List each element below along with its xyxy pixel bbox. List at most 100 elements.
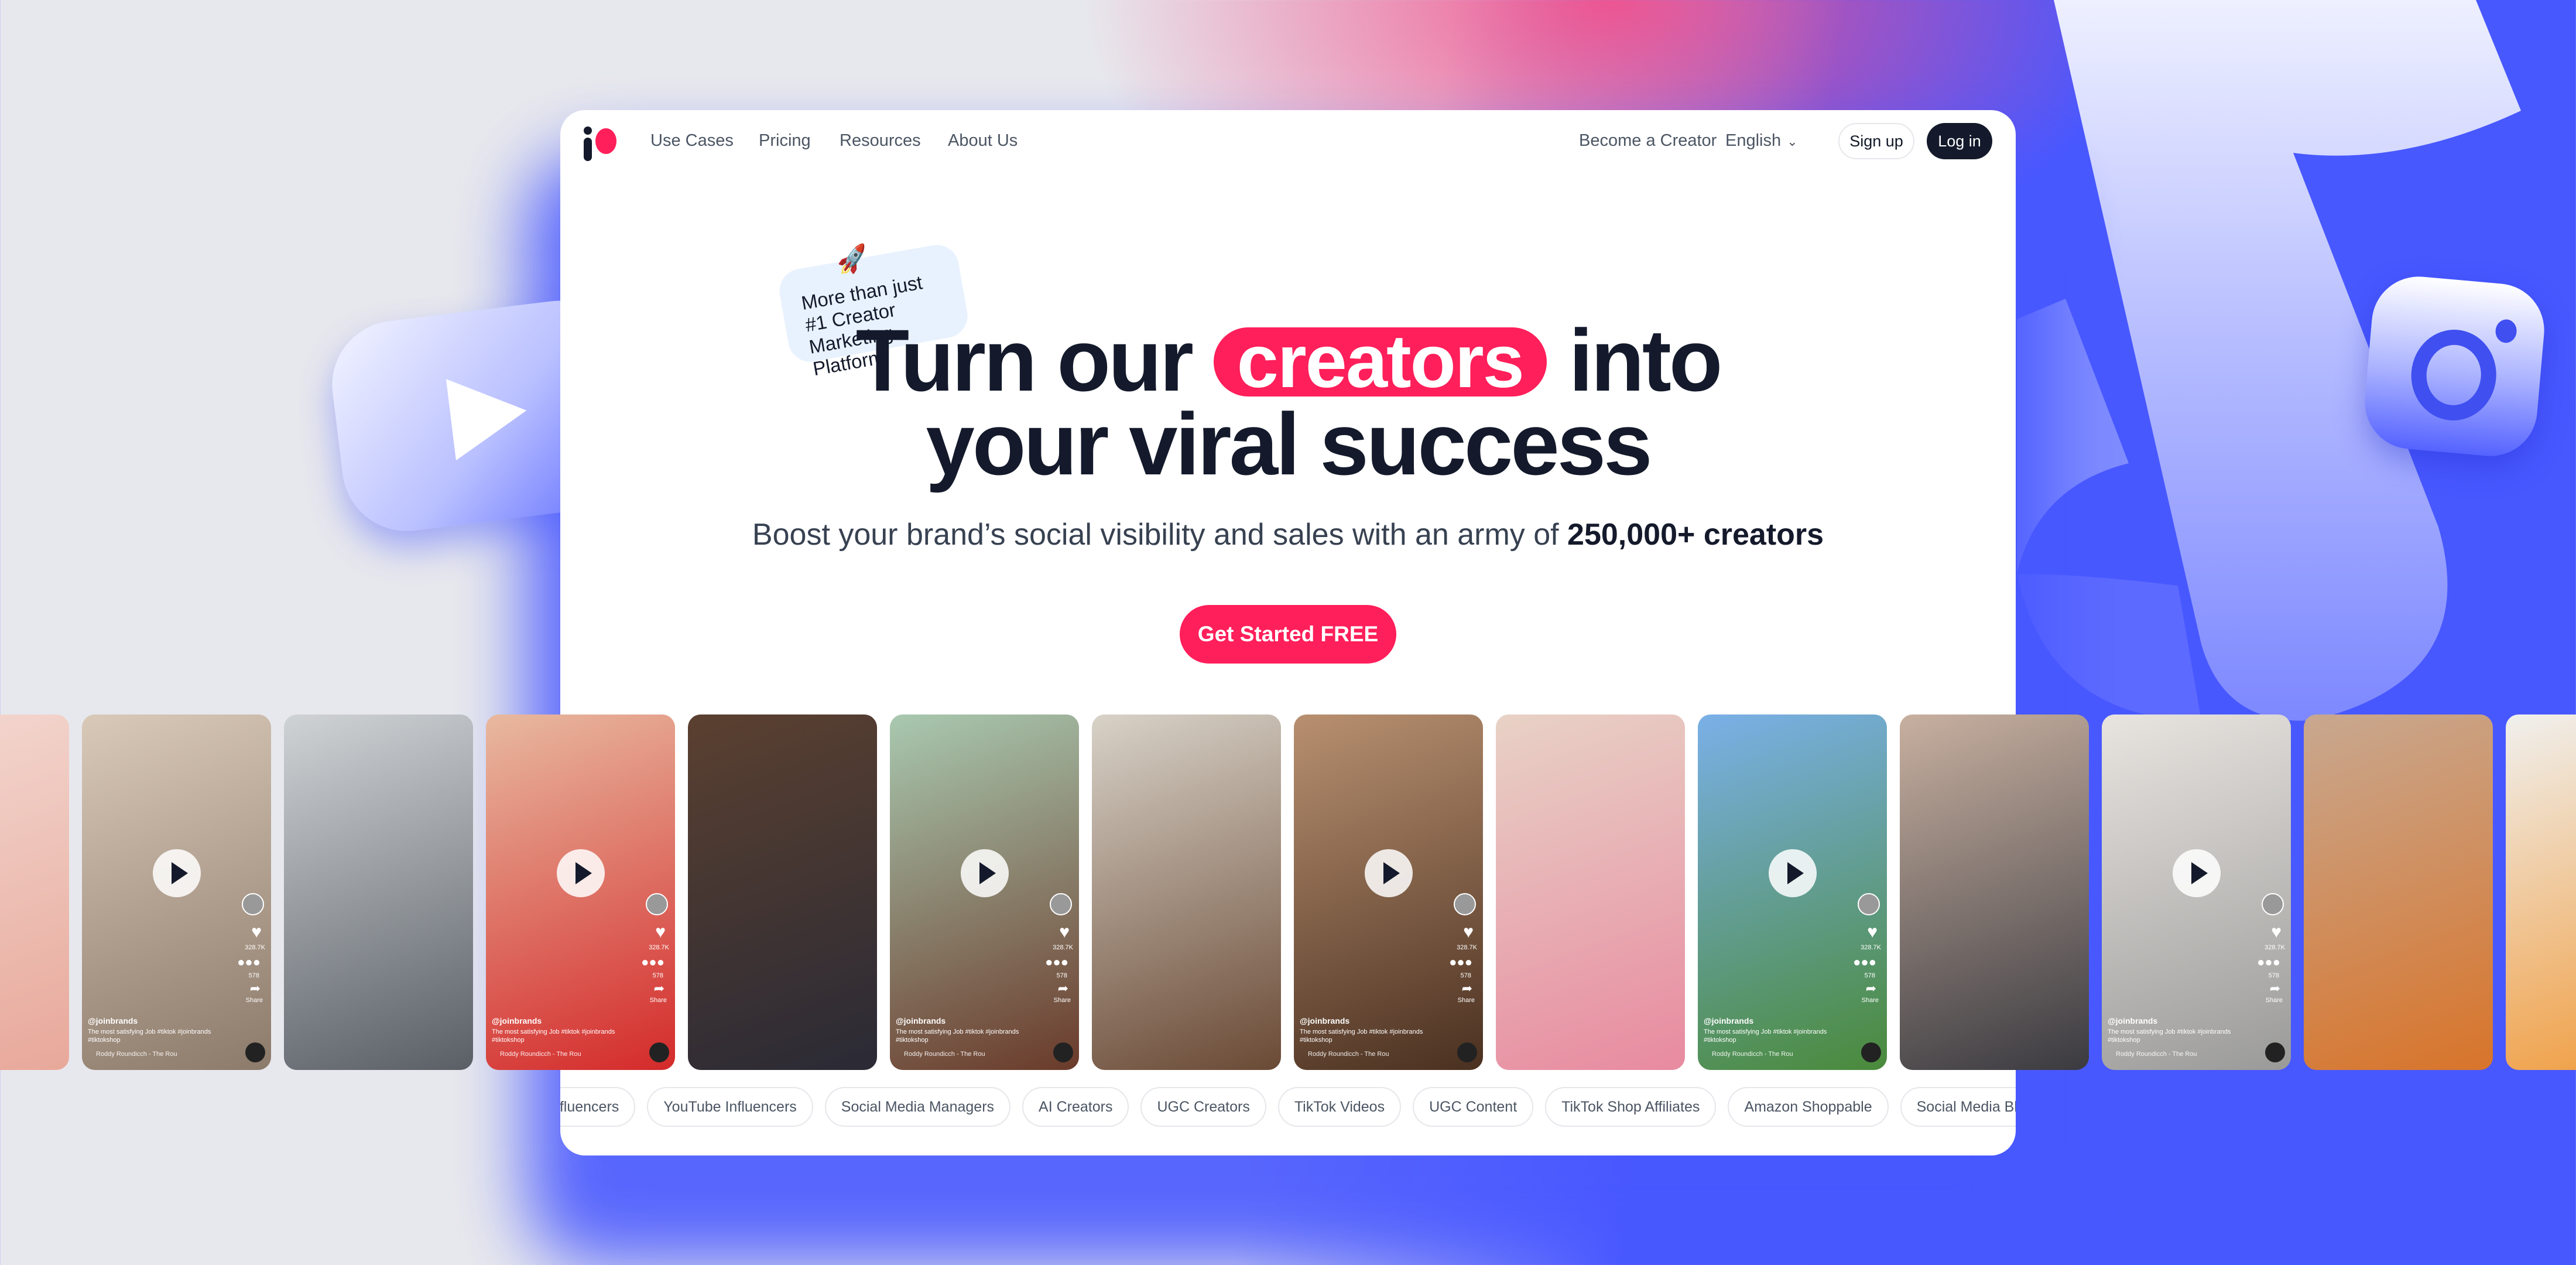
play-button-icon[interactable]: [961, 849, 1009, 897]
share-label: Share: [1457, 997, 1475, 1004]
creator-video-card[interactable]: [1092, 714, 1281, 1070]
creator-avatar[interactable]: [1050, 893, 1072, 915]
play-button-icon[interactable]: [153, 849, 201, 897]
creator-avatar[interactable]: [242, 893, 264, 915]
creator-avatar[interactable]: [646, 893, 668, 915]
hero-subtitle: Boost your brand’s social visibility and…: [560, 517, 2016, 552]
creator-video-card[interactable]: [2304, 714, 2493, 1070]
creator-video-card[interactable]: [1496, 714, 1685, 1070]
creator-video-card[interactable]: ♥ 328.7K ●●● 578 ➦ Share @joinbrands The…: [1294, 714, 1483, 1070]
video-music: Roddy Roundicch - The Rou: [96, 1051, 177, 1058]
language-select[interactable]: English ⌄: [1725, 131, 1798, 151]
share-icon[interactable]: ➦: [2270, 981, 2280, 996]
comment-count: 578: [248, 972, 259, 979]
share-icon[interactable]: ➦: [1462, 981, 1472, 996]
creator-avatar[interactable]: [1858, 893, 1880, 915]
music-disc-icon: [2265, 1042, 2285, 1062]
nav-use-cases[interactable]: Use Cases: [650, 131, 734, 151]
nav-become-creator[interactable]: Become a Creator: [1579, 131, 1717, 151]
share-icon[interactable]: ➦: [1866, 981, 1876, 996]
creator-video-card[interactable]: [1900, 714, 2089, 1070]
login-button[interactable]: Log in: [1927, 123, 1992, 159]
creator-video-card[interactable]: ♥ 328.7K ●●● 578 ➦ Share @joinbrands The…: [2102, 714, 2291, 1070]
video-caption: The most satisfying Job #tiktok #joinbra…: [1300, 1028, 1423, 1044]
category-tag[interactable]: UGC Content: [1413, 1087, 1534, 1127]
subtitle-bold: 250,000+ creators: [1567, 518, 1824, 552]
creator-video-card[interactable]: [284, 714, 473, 1070]
music-disc-icon: [1861, 1042, 1881, 1062]
share-label: Share: [2265, 997, 2283, 1004]
comment-icon[interactable]: ●●●: [1449, 955, 1472, 970]
comment-count: 578: [2268, 972, 2279, 979]
video-caption: The most satisfying Job #tiktok #joinbra…: [896, 1028, 1019, 1044]
video-music: Roddy Roundicch - The Rou: [2116, 1051, 2197, 1058]
heart-icon[interactable]: ♥: [1059, 922, 1070, 942]
nav-pricing[interactable]: Pricing: [759, 131, 811, 151]
play-button-icon[interactable]: [1769, 849, 1817, 897]
video-username: @joinbrands: [1704, 1016, 1754, 1025]
share-icon[interactable]: ➦: [250, 981, 261, 996]
video-username: @joinbrands: [1300, 1016, 1350, 1025]
language-label: English: [1725, 131, 1782, 150]
video-caption: The most satisfying Job #tiktok #joinbra…: [1704, 1028, 1827, 1044]
creator-avatar[interactable]: [2262, 893, 2284, 915]
share-icon[interactable]: ➦: [1058, 981, 1068, 996]
video-username: @joinbrands: [896, 1016, 946, 1025]
category-tag[interactable]: Influencers: [560, 1087, 636, 1127]
category-tag[interactable]: TikTok Shop Affiliates: [1545, 1087, 1717, 1127]
creator-video-card[interactable]: ♥ 328.7K ●●● 578 ➦ Share @joinbrands The…: [890, 714, 1079, 1070]
heart-icon[interactable]: ♥: [1867, 922, 1878, 942]
heart-icon[interactable]: ♥: [2271, 922, 2282, 942]
nav-about-us[interactable]: About Us: [948, 131, 1018, 151]
share-icon[interactable]: ➦: [654, 981, 664, 996]
play-button-icon[interactable]: [557, 849, 605, 897]
share-label: Share: [1053, 997, 1071, 1004]
creator-video-card[interactable]: ♥ 328.7K ●●● 578 ➦ Share @joinbrands The…: [1698, 714, 1887, 1070]
category-tag[interactable]: Amazon Shoppable: [1728, 1087, 1889, 1127]
creator-video-card[interactable]: [688, 714, 877, 1070]
instagram-icon: [2361, 272, 2548, 460]
heart-icon[interactable]: ♥: [1463, 922, 1474, 942]
signup-button[interactable]: Sign up: [1838, 123, 1914, 159]
category-tag[interactable]: Social Media Blasts: [1900, 1087, 2016, 1127]
comment-count: 578: [1864, 972, 1875, 979]
category-tag[interactable]: AI Creators: [1022, 1087, 1129, 1127]
share-label: Share: [649, 997, 667, 1004]
brand-logo[interactable]: [584, 120, 620, 162]
share-label: Share: [245, 997, 263, 1004]
video-music: Roddy Roundicch - The Rou: [904, 1051, 985, 1058]
like-count: 328.7K: [649, 944, 669, 951]
play-button-icon[interactable]: [2173, 849, 2221, 897]
heart-icon[interactable]: ♥: [655, 922, 666, 942]
creator-video-card[interactable]: [2506, 714, 2576, 1070]
video-music: Roddy Roundicch - The Rou: [1712, 1051, 1793, 1058]
category-tags: Influencers YouTube Influencers Social Med…: [560, 1087, 2016, 1127]
comment-icon[interactable]: ●●●: [1853, 955, 1876, 970]
creator-video-card[interactable]: [0, 714, 69, 1070]
comment-icon[interactable]: ●●●: [237, 955, 261, 970]
play-button-icon[interactable]: [1365, 849, 1413, 897]
subtitle-text: Boost your brand’s social visibility and…: [752, 518, 1559, 552]
headline-line-2: your viral success: [926, 395, 1652, 493]
comment-icon[interactable]: ●●●: [641, 955, 664, 970]
video-username: @joinbrands: [492, 1016, 542, 1025]
like-count: 328.7K: [2265, 944, 2285, 951]
music-disc-icon: [649, 1042, 669, 1062]
comment-icon[interactable]: ●●●: [1045, 955, 1068, 970]
video-username: @joinbrands: [88, 1016, 138, 1025]
creator-video-card[interactable]: ♥ 328.7K ●●● 578 ➦ Share @joinbrands The…: [486, 714, 675, 1070]
like-count: 328.7K: [1053, 944, 1073, 951]
comment-icon[interactable]: ●●●: [2257, 955, 2280, 970]
category-tag[interactable]: YouTube Influencers: [647, 1087, 813, 1127]
get-started-button[interactable]: Get Started FREE: [1180, 605, 1396, 664]
heart-icon[interactable]: ♥: [251, 922, 262, 942]
music-disc-icon: [245, 1042, 265, 1062]
creator-video-card[interactable]: ♥ 328.7K ●●● 578 ➦ Share @joinbrands The…: [82, 714, 271, 1070]
category-tag[interactable]: TikTok Videos: [1277, 1087, 1402, 1127]
creator-avatar[interactable]: [1454, 893, 1476, 915]
category-tag[interactable]: UGC Creators: [1140, 1087, 1266, 1127]
music-disc-icon: [1053, 1042, 1073, 1062]
nav-resources[interactable]: Resources: [840, 131, 921, 151]
category-tag[interactable]: Social Media Managers: [824, 1087, 1011, 1127]
chevron-down-icon: ⌄: [1787, 134, 1798, 149]
